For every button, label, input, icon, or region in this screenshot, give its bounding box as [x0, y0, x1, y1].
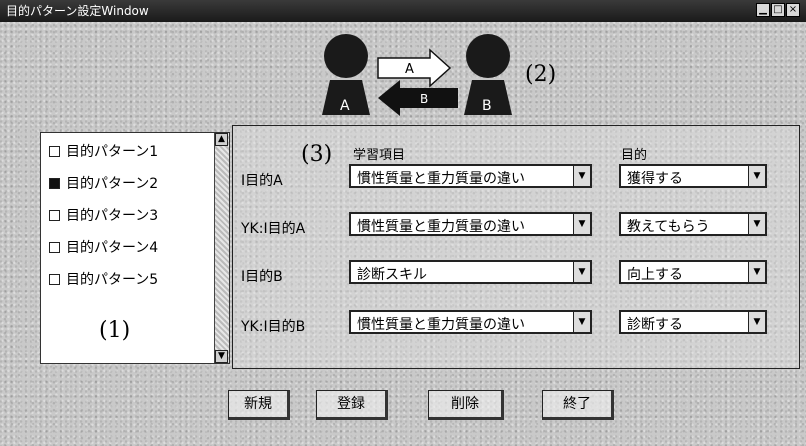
- list-item[interactable]: 目的パターン3: [49, 205, 158, 225]
- list-item-label: 目的パターン3: [66, 208, 159, 224]
- goal-select[interactable]: 獲得する ▼: [619, 164, 767, 188]
- register-button[interactable]: 登録: [316, 390, 388, 420]
- list-item-label: 目的パターン2: [66, 176, 159, 192]
- arrow-left-icon: [378, 80, 458, 116]
- selected-value: 教えてもらう: [627, 219, 710, 235]
- maximize-button[interactable]: □: [771, 3, 785, 17]
- row-label: I目的A: [241, 173, 283, 189]
- chevron-down-icon[interactable]: ▼: [573, 214, 590, 234]
- goal-select[interactable]: 教えてもらう ▼: [619, 212, 767, 236]
- chevron-down-icon[interactable]: ▼: [748, 166, 765, 186]
- exit-button[interactable]: 終了: [542, 390, 614, 420]
- selected-value: 獲得する: [627, 171, 683, 187]
- chevron-down-icon[interactable]: ▼: [748, 214, 765, 234]
- list-item-label: 目的パターン4: [66, 240, 159, 256]
- selected-value: 向上する: [627, 267, 683, 283]
- scroll-up-icon[interactable]: ▲: [215, 133, 228, 146]
- settings-number-label: (3): [301, 142, 333, 167]
- chevron-down-icon[interactable]: ▼: [573, 262, 590, 282]
- header-goal: 目的: [621, 148, 648, 163]
- new-button[interactable]: 新規: [228, 390, 290, 420]
- row-label: YK:I目的A: [241, 221, 306, 237]
- goal-select[interactable]: 診断する ▼: [619, 310, 767, 334]
- checkbox[interactable]: [49, 209, 60, 221]
- arrow-bottom-label: B: [420, 92, 428, 106]
- list-number-label: (1): [99, 318, 131, 343]
- person-b-label: B: [482, 98, 492, 114]
- row-label: I目的B: [241, 269, 283, 285]
- list-item[interactable]: 目的パターン5: [49, 269, 158, 289]
- delete-button[interactable]: 削除: [428, 390, 504, 420]
- selected-value: 診断スキル: [357, 267, 427, 283]
- arrow-top-label: A: [405, 62, 414, 77]
- close-button[interactable]: ×: [786, 3, 800, 17]
- checkbox[interactable]: [49, 145, 60, 157]
- chevron-down-icon[interactable]: ▼: [748, 262, 765, 282]
- list-item-label: 目的パターン1: [66, 144, 159, 160]
- list-item[interactable]: 目的パターン4: [49, 237, 158, 257]
- learning-item-select[interactable]: 慣性質量と重力質量の違い ▼: [349, 164, 592, 188]
- header-learning-item: 学習項目: [353, 148, 406, 163]
- scroll-down-icon[interactable]: ▼: [215, 350, 228, 363]
- selected-value: 慣性質量と重力質量の違い: [357, 219, 525, 235]
- learning-item-select[interactable]: 慣性質量と重力質量の違い ▼: [349, 310, 592, 334]
- chevron-down-icon[interactable]: ▼: [573, 312, 590, 332]
- arrow-right-icon: [377, 48, 452, 88]
- diagram-number-label: (2): [525, 62, 557, 87]
- pattern-list[interactable]: 目的パターン1 目的パターン2 目的パターン3 目的パターン4 目的パターン5 …: [40, 132, 230, 364]
- window-title: 目的パターン設定Window: [6, 4, 149, 18]
- scrollbar[interactable]: ▲ ▼: [214, 133, 229, 363]
- checkbox[interactable]: [49, 241, 60, 253]
- list-item[interactable]: 目的パターン1: [49, 141, 158, 161]
- list-item[interactable]: 目的パターン2: [49, 173, 158, 193]
- title-bar: 目的パターン設定Window ▁ □ ×: [0, 0, 806, 22]
- row-label: YK:I目的B: [241, 319, 306, 335]
- selected-value: 慣性質量と重力質量の違い: [357, 317, 525, 333]
- minimize-button[interactable]: ▁: [756, 3, 770, 17]
- person-a-label: A: [340, 98, 350, 114]
- learning-item-select[interactable]: 診断スキル ▼: [349, 260, 592, 284]
- selected-value: 診断する: [627, 317, 683, 333]
- chevron-down-icon[interactable]: ▼: [573, 166, 590, 186]
- checkbox[interactable]: [49, 177, 60, 189]
- selected-value: 慣性質量と重力質量の違い: [357, 171, 525, 187]
- checkbox[interactable]: [49, 273, 60, 285]
- chevron-down-icon[interactable]: ▼: [748, 312, 765, 332]
- list-item-label: 目的パターン5: [66, 272, 159, 288]
- settings-panel: (3) 学習項目 目的 I目的A 慣性質量と重力質量の違い ▼ 獲得する ▼ Y…: [232, 125, 800, 369]
- learning-item-select[interactable]: 慣性質量と重力質量の違い ▼: [349, 212, 592, 236]
- goal-select[interactable]: 向上する ▼: [619, 260, 767, 284]
